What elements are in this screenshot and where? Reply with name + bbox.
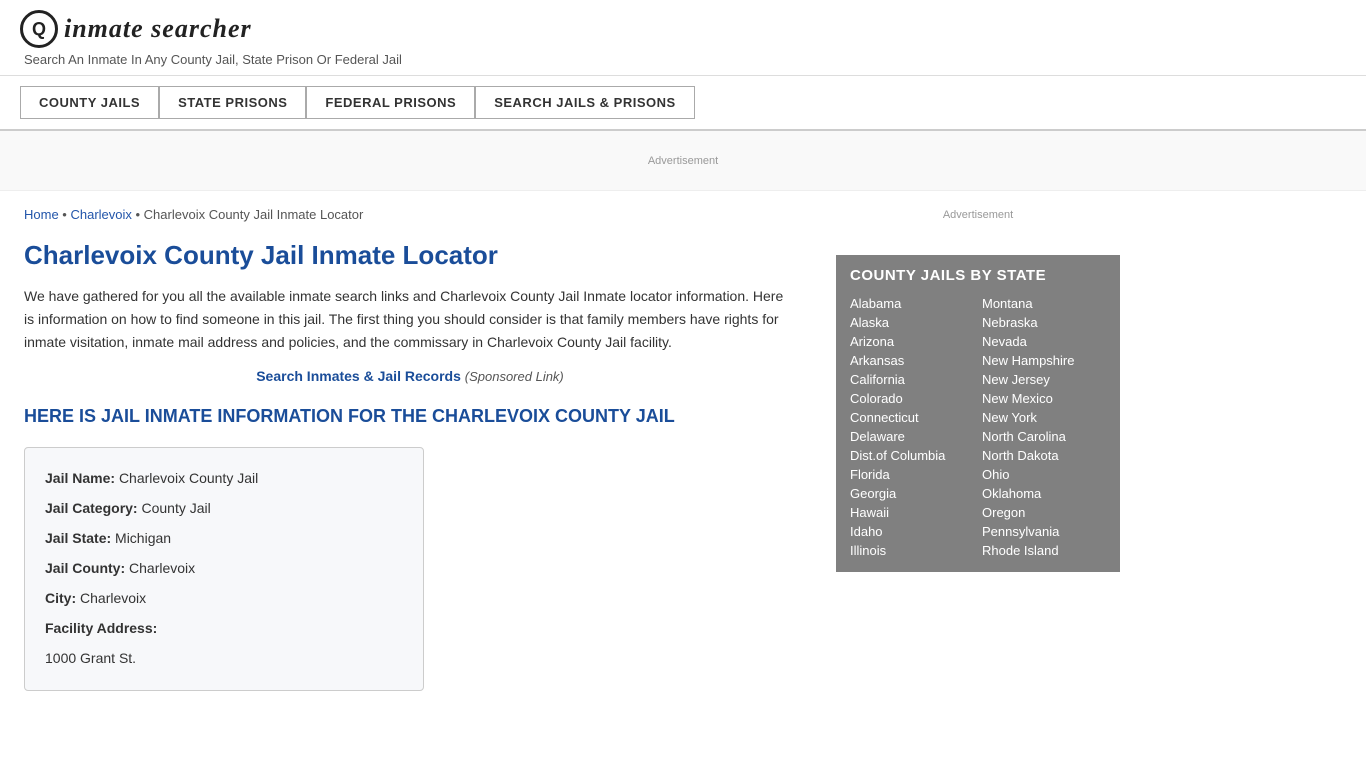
- jail-address-value: 1000 Grant St.: [45, 650, 136, 666]
- nav-county-jails[interactable]: COUNTY JAILS: [20, 86, 159, 119]
- state-link-idaho[interactable]: Idaho: [850, 522, 974, 541]
- jail-category-value: County Jail: [141, 500, 210, 516]
- jail-county-value: Charlevoix: [129, 560, 195, 576]
- state-link-north-dakota[interactable]: North Dakota: [982, 446, 1106, 465]
- states-right-column: MontanaNebraskaNevadaNew HampshireNew Je…: [982, 294, 1106, 560]
- nav-federal-prisons[interactable]: FEDERAL PRISONS: [306, 86, 475, 119]
- jail-state-value: Michigan: [115, 530, 171, 546]
- sidebar-advertisement: Advertisement: [836, 201, 1120, 241]
- jail-state-row: Jail State: Michigan: [45, 524, 403, 552]
- nav-state-prisons[interactable]: STATE PRISONS: [159, 86, 306, 119]
- state-link-hawaii[interactable]: Hawaii: [850, 503, 974, 522]
- state-grid: AlabamaAlaskaArizonaArkansasCaliforniaCo…: [850, 294, 1106, 560]
- state-link-nebraska[interactable]: Nebraska: [982, 313, 1106, 332]
- state-link-pennsylvania[interactable]: Pennsylvania: [982, 522, 1106, 541]
- top-advertisement: Advertisement: [0, 131, 1366, 191]
- jail-county-label: Jail County:: [45, 560, 125, 576]
- logo-text: inmate searcher: [64, 14, 252, 44]
- state-link-alabama[interactable]: Alabama: [850, 294, 974, 313]
- jail-info-box: Jail Name: Charlevoix County Jail Jail C…: [24, 447, 424, 691]
- breadcrumb-current: Charlevoix County Jail Inmate Locator: [144, 207, 364, 222]
- sponsored-link[interactable]: Search Inmates & Jail Records: [256, 368, 461, 384]
- breadcrumb-parent[interactable]: Charlevoix: [70, 207, 131, 222]
- jail-category-label: Jail Category:: [45, 500, 138, 516]
- state-link-ohio[interactable]: Ohio: [982, 465, 1106, 484]
- state-link-arizona[interactable]: Arizona: [850, 332, 974, 351]
- section-heading: HERE IS JAIL INMATE INFORMATION FOR THE …: [24, 404, 796, 429]
- logo-icon: Q: [20, 10, 58, 48]
- sponsored-link-area: Search Inmates & Jail Records (Sponsored…: [24, 368, 796, 384]
- jail-county-row: Jail County: Charlevoix: [45, 554, 403, 582]
- jail-address-row: Facility Address:: [45, 614, 403, 642]
- state-link-connecticut[interactable]: Connecticut: [850, 408, 974, 427]
- breadcrumb: Home • Charlevoix • Charlevoix County Ja…: [24, 207, 796, 222]
- state-link-rhode-island[interactable]: Rhode Island: [982, 541, 1106, 560]
- state-link-new-mexico[interactable]: New Mexico: [982, 389, 1106, 408]
- intro-text: We have gathered for you all the availab…: [24, 285, 796, 354]
- state-link-oregon[interactable]: Oregon: [982, 503, 1106, 522]
- sidebar-ad-label: Advertisement: [943, 209, 1013, 221]
- jail-name-label: Jail Name:: [45, 470, 115, 486]
- jail-address-value-row: 1000 Grant St.: [45, 644, 403, 672]
- ad-label: Advertisement: [648, 155, 718, 167]
- state-link-oklahoma[interactable]: Oklahoma: [982, 484, 1106, 503]
- state-link-illinois[interactable]: Illinois: [850, 541, 974, 560]
- state-link-florida[interactable]: Florida: [850, 465, 974, 484]
- jail-city-label: City:: [45, 590, 76, 606]
- jail-name-row: Jail Name: Charlevoix County Jail: [45, 464, 403, 492]
- jail-city-value: Charlevoix: [80, 590, 146, 606]
- state-link-georgia[interactable]: Georgia: [850, 484, 974, 503]
- sponsored-suffix: (Sponsored Link): [465, 369, 564, 384]
- breadcrumb-home[interactable]: Home: [24, 207, 59, 222]
- jail-category-row: Jail Category: County Jail: [45, 494, 403, 522]
- header: Q inmate searcher Search An Inmate In An…: [0, 0, 1366, 76]
- navigation: COUNTY JAILS STATE PRISONS FEDERAL PRISO…: [0, 76, 1366, 131]
- state-link-north-carolina[interactable]: North Carolina: [982, 427, 1106, 446]
- logo-area: Q inmate searcher: [20, 10, 1346, 48]
- states-left-column: AlabamaAlaskaArizonaArkansasCaliforniaCo…: [850, 294, 974, 560]
- main-content: Home • Charlevoix • Charlevoix County Ja…: [0, 191, 820, 707]
- jail-address-label: Facility Address:: [45, 620, 157, 636]
- state-link-california[interactable]: California: [850, 370, 974, 389]
- jail-name-value: Charlevoix County Jail: [119, 470, 258, 486]
- state-box-title: COUNTY JAILS BY STATE: [850, 267, 1106, 284]
- state-link-new-york[interactable]: New York: [982, 408, 1106, 427]
- sidebar: Advertisement COUNTY JAILS BY STATE Alab…: [820, 191, 1130, 707]
- main-layout: Home • Charlevoix • Charlevoix County Ja…: [0, 191, 1366, 707]
- state-link-delaware[interactable]: Delaware: [850, 427, 974, 446]
- county-jails-by-state: COUNTY JAILS BY STATE AlabamaAlaskaArizo…: [836, 255, 1120, 572]
- tagline: Search An Inmate In Any County Jail, Sta…: [24, 52, 1346, 67]
- state-link-nevada[interactable]: Nevada: [982, 332, 1106, 351]
- state-link-arkansas[interactable]: Arkansas: [850, 351, 974, 370]
- nav-search-jails[interactable]: SEARCH JAILS & PRISONS: [475, 86, 694, 119]
- state-link-colorado[interactable]: Colorado: [850, 389, 974, 408]
- state-link-alaska[interactable]: Alaska: [850, 313, 974, 332]
- state-link-new-jersey[interactable]: New Jersey: [982, 370, 1106, 389]
- state-link-new-hampshire[interactable]: New Hampshire: [982, 351, 1106, 370]
- jail-state-label: Jail State:: [45, 530, 111, 546]
- state-link-montana[interactable]: Montana: [982, 294, 1106, 313]
- jail-city-row: City: Charlevoix: [45, 584, 403, 612]
- page-title: Charlevoix County Jail Inmate Locator: [24, 240, 796, 271]
- state-link-dist.of-columbia[interactable]: Dist.of Columbia: [850, 446, 974, 465]
